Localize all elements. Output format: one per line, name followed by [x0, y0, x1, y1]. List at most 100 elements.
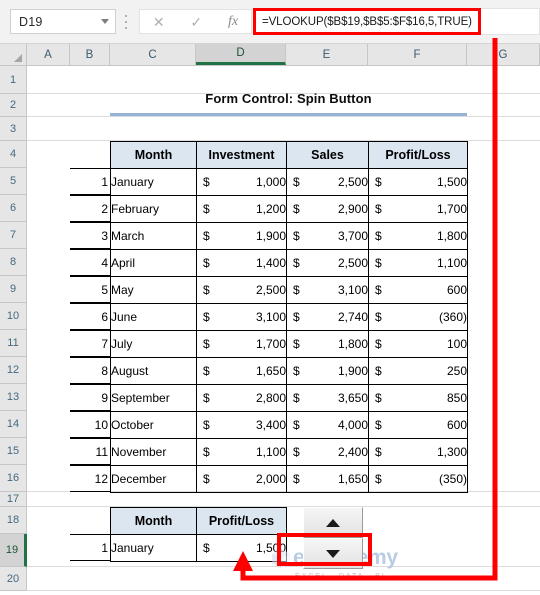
triangle-up-icon[interactable]: [303, 507, 363, 538]
cell-value: 1,900: [255, 229, 286, 243]
cell-profitloss: $600: [368, 411, 468, 439]
checkmark-icon[interactable]: ✓: [190, 15, 202, 29]
cell-profitloss: $250: [368, 357, 468, 385]
currency-symbol: $: [375, 283, 382, 297]
formula-input[interactable]: =VLOOKUP($B$19,$B$5:$F$16,5,TRUE): [253, 8, 481, 35]
cell-value: 2,500: [337, 175, 368, 189]
row-header-7[interactable]: 7: [0, 222, 27, 249]
cell-sales: $1,650: [286, 465, 369, 493]
cell-investment: $1,650: [196, 357, 287, 385]
select-all-corner[interactable]: [0, 44, 27, 65]
row-header-2[interactable]: 2: [0, 94, 27, 117]
cell-value: 1,100: [436, 256, 467, 270]
row-index-cell: 4: [70, 249, 110, 276]
insert-function-fx-icon[interactable]: fx: [228, 14, 238, 30]
lookup-result-table: Month Profit/Loss January $1,500: [110, 507, 287, 562]
currency-symbol: $: [293, 445, 300, 459]
lookup-cell-month: January: [110, 534, 197, 562]
row-header-18[interactable]: 18: [0, 507, 27, 534]
dot: [125, 27, 127, 29]
row-header-12[interactable]: 12: [0, 357, 27, 384]
column-header-g[interactable]: G: [467, 44, 540, 65]
formula-bar-buttons: ✕ ✓ fx: [139, 9, 252, 34]
cell-value: 2,000: [255, 472, 286, 486]
table-row[interactable]: January $1,000 $2,500 $1,500: [110, 168, 468, 196]
row-header-9[interactable]: 9: [0, 276, 27, 303]
table-row[interactable]: February $1,200 $2,900 $1,700: [110, 195, 468, 223]
currency-symbol: $: [375, 445, 382, 459]
cell-value: 1,300: [436, 445, 467, 459]
row-header-6[interactable]: 6: [0, 195, 27, 222]
row-header-16[interactable]: 16: [0, 465, 27, 492]
row-header-3[interactable]: 3: [0, 117, 27, 141]
chevron-down-icon[interactable]: [95, 19, 115, 24]
column-header-d[interactable]: D: [196, 44, 286, 65]
currency-symbol: $: [203, 175, 210, 189]
table-row[interactable]: April $1,400 $2,500 $1,100: [110, 249, 468, 277]
column-header-a[interactable]: A: [27, 44, 70, 65]
cell-profitloss: $ (350): [368, 465, 468, 493]
drag-handle-dots-icon[interactable]: [122, 13, 130, 31]
row-header-19[interactable]: 19: [0, 534, 27, 567]
formula-bar-extension: [481, 8, 540, 35]
column-header-f[interactable]: F: [368, 44, 467, 65]
name-box[interactable]: D19: [10, 9, 116, 34]
row-header-8[interactable]: 8: [0, 249, 27, 276]
table-row[interactable]: May $2,500 $3,100 $600: [110, 276, 468, 304]
row-index-cell: 12: [70, 465, 110, 492]
cell-value: 1,500: [436, 175, 467, 189]
cell-profitloss: $100: [368, 330, 468, 358]
row-header-4[interactable]: 4: [0, 141, 27, 168]
table-row[interactable]: August $1,650 $1,900 $250: [110, 357, 468, 385]
spin-button-control[interactable]: [303, 507, 363, 569]
cell-value: (360): [438, 310, 467, 324]
currency-symbol: $: [293, 175, 300, 189]
row-header-10[interactable]: 10: [0, 303, 27, 330]
table-row[interactable]: September $2,800 $3,650 $850: [110, 384, 468, 412]
cell-value: 1,800: [337, 337, 368, 351]
cell-month: August: [110, 357, 197, 385]
row-header-17[interactable]: 17: [0, 492, 27, 507]
triangle-down-icon[interactable]: [303, 538, 363, 569]
table-row[interactable]: June $3,100 $2,740 $ (360): [110, 303, 468, 331]
row-header-5[interactable]: 5: [0, 168, 27, 195]
table-row[interactable]: October $3,400 $4,000 $600: [110, 411, 468, 439]
row-header-15[interactable]: 15: [0, 438, 27, 465]
column-header-b[interactable]: B: [70, 44, 110, 65]
table-row[interactable]: July $1,700 $1,800 $100: [110, 330, 468, 358]
cell-month: March: [110, 222, 197, 250]
row-header-1[interactable]: 1: [0, 66, 27, 94]
currency-symbol: $: [375, 202, 382, 216]
currency-symbol: $: [293, 364, 300, 378]
cell-profitloss: $1,500: [368, 168, 468, 196]
column-header-e[interactable]: E: [286, 44, 368, 65]
cancel-x-icon[interactable]: ✕: [153, 15, 165, 29]
row-index-cell: 7: [70, 330, 110, 357]
table-row[interactable]: March $1,900 $3,700 $1,800: [110, 222, 468, 250]
row-header-20[interactable]: 20: [0, 567, 27, 591]
currency-symbol: $: [203, 445, 210, 459]
row-header-11[interactable]: 11: [0, 330, 27, 357]
column-header-sales: Sales: [286, 141, 369, 169]
lookup-row[interactable]: January $1,500: [110, 534, 287, 562]
cell-value: 4,000: [337, 418, 368, 432]
cell-sales: $1,900: [286, 357, 369, 385]
gridline: [27, 116, 540, 117]
lookup-cell-profitloss[interactable]: $1,500: [196, 534, 287, 562]
cell-month: July: [110, 330, 197, 358]
row-header-14[interactable]: 14: [0, 411, 27, 438]
cell-value: 250: [446, 364, 467, 378]
cell-sales: $2,900: [286, 195, 369, 223]
currency-symbol: $: [375, 472, 382, 486]
cell-sales: $1,800: [286, 330, 369, 358]
cell-investment: $3,100: [196, 303, 287, 331]
row-header-13[interactable]: 13: [0, 384, 27, 411]
currency-symbol: $: [293, 283, 300, 297]
table-row[interactable]: November $1,100 $2,400 $1,300: [110, 438, 468, 466]
cell-investment: $1,200: [196, 195, 287, 223]
column-headers: A B C D E F G: [0, 44, 540, 66]
table-row[interactable]: December $2,000 $1,650 $ (350): [110, 465, 468, 493]
currency-symbol: $: [293, 391, 300, 405]
cell-profitloss: $1,800: [368, 222, 468, 250]
column-header-c[interactable]: C: [110, 44, 196, 65]
